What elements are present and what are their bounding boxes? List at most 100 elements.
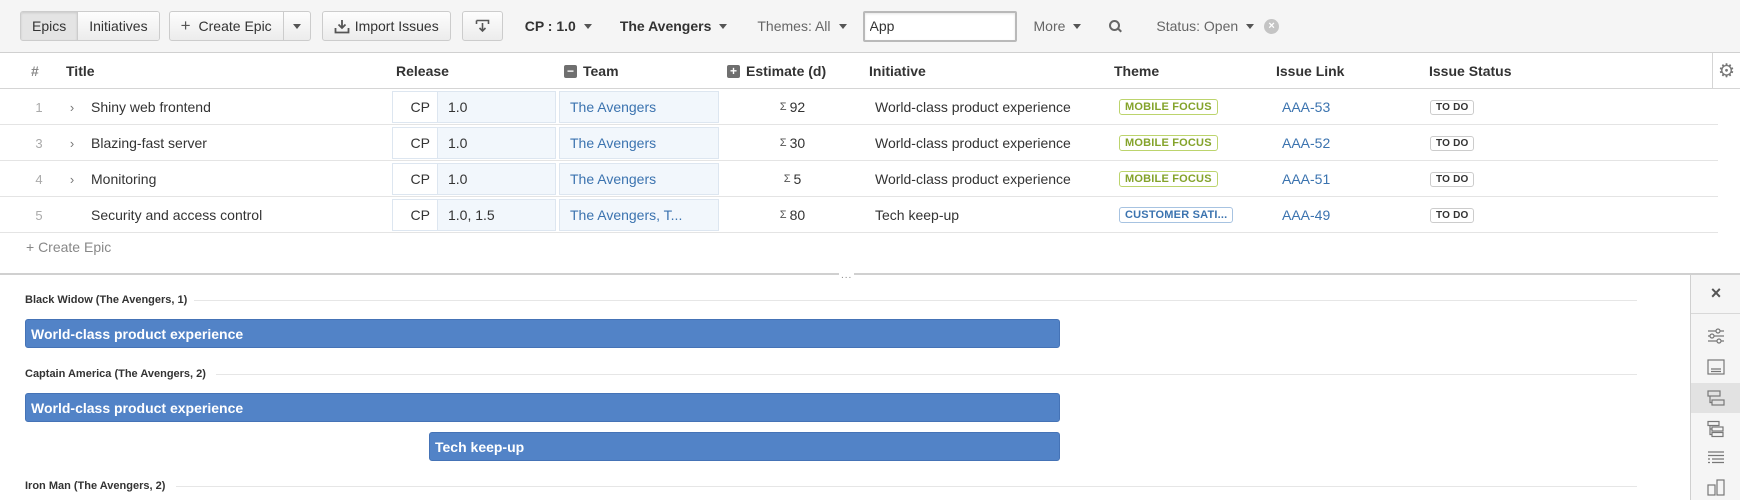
epic-title[interactable]: Blazing-fast server xyxy=(91,125,207,161)
col-team-header[interactable]: − Team xyxy=(564,53,619,89)
release-cell[interactable]: 1.0 xyxy=(437,91,556,123)
theme-cell[interactable]: CUSTOMER SATI... xyxy=(1119,197,1234,233)
sigma-icon: Σ xyxy=(783,173,791,185)
table-row[interactable]: 3 › Blazing-fast server CP 1.0 The Avengers Σ 3… xyxy=(0,125,1718,161)
project-key: CP xyxy=(392,199,438,231)
table-row[interactable]: 5 Security and access control CP 1.0, 1.5 Th… xyxy=(0,197,1718,233)
theme-cell[interactable]: MOBILE FOCUS xyxy=(1119,89,1218,125)
theme-badge: MOBILE FOCUS xyxy=(1119,171,1218,187)
col-release-header[interactable]: Release xyxy=(396,53,449,89)
divider xyxy=(216,374,1637,375)
status-badge: TO DO xyxy=(1430,99,1475,115)
chevron-down-icon xyxy=(838,23,847,29)
more-filter-label: More xyxy=(1033,18,1066,34)
search-input[interactable] xyxy=(862,10,1017,42)
estimate-value: 30 xyxy=(789,135,806,151)
tab-initiatives[interactable]: Initiatives xyxy=(78,12,159,40)
collapse-icon[interactable]: − xyxy=(564,64,577,78)
issue-link[interactable]: AAA-51 xyxy=(1282,161,1330,197)
chevron-right-icon[interactable]: › xyxy=(64,161,80,197)
team-cell[interactable]: The Avengers xyxy=(559,91,719,123)
release-filter-label: CP : 1.0 xyxy=(524,18,576,34)
theme-badge: MOBILE FOCUS xyxy=(1119,135,1218,151)
create-epic-inline-button[interactable]: + Create Epic xyxy=(26,239,111,255)
status-filter-label: Status: Open xyxy=(1156,18,1239,34)
release-cell[interactable]: 1.0 xyxy=(437,127,556,159)
more-filter[interactable]: More xyxy=(1034,18,1082,34)
initiative-cell[interactable]: World-class product experience xyxy=(875,89,1071,125)
col-title-header[interactable]: Title xyxy=(66,53,95,89)
expand-icon[interactable]: + xyxy=(727,64,740,78)
tree-icon[interactable] xyxy=(1691,414,1740,444)
table-header: # Title Release − Team + Estimate (d) In… xyxy=(0,53,1740,89)
epic-title[interactable]: Shiny web frontend xyxy=(91,89,211,125)
project-key: CP xyxy=(392,91,438,123)
initiative-cell[interactable]: World-class product experience xyxy=(875,125,1071,161)
team-filter[interactable]: The Avengers xyxy=(620,18,728,34)
theme-cell[interactable]: MOBILE FOCUS xyxy=(1119,161,1218,197)
side-toolbar: × xyxy=(1690,275,1740,500)
issue-link[interactable]: AAA-53 xyxy=(1282,89,1330,125)
estimate-cell[interactable]: Σ 92 xyxy=(740,89,845,125)
release-filter[interactable]: CP : 1.0 xyxy=(525,18,592,34)
chevron-right-icon[interactable]: › xyxy=(64,125,80,161)
col-estimate-header[interactable]: + Estimate (d) xyxy=(727,53,826,89)
issue-link[interactable]: AAA-49 xyxy=(1282,197,1330,233)
epic-title[interactable]: Security and access control xyxy=(91,197,262,233)
chevron-right-icon[interactable]: › xyxy=(64,89,80,125)
estimate-cell[interactable]: Σ 30 xyxy=(740,125,845,161)
search-icon xyxy=(1108,19,1122,33)
create-epic-dropdown-button[interactable] xyxy=(284,12,310,40)
epic-title[interactable]: Monitoring xyxy=(91,161,156,197)
col-initiative-header[interactable]: Initiative xyxy=(869,53,926,89)
status-badge: TO DO xyxy=(1430,207,1475,223)
estimate-cell[interactable]: Σ 80 xyxy=(740,197,845,233)
clear-filter-icon[interactable]: × xyxy=(1264,18,1280,34)
release-cell[interactable]: 1.0 xyxy=(437,163,556,195)
plus-icon: + xyxy=(180,16,191,35)
col-estimate-label: Estimate (d) xyxy=(746,63,827,79)
settings-button[interactable]: ⚙ xyxy=(1712,53,1740,89)
row-number: 5 xyxy=(35,207,43,223)
status-cell: TO DO xyxy=(1430,89,1475,125)
hierarchy-icon[interactable] xyxy=(1691,383,1740,413)
theme-badge: CUSTOMER SATI... xyxy=(1119,207,1234,223)
col-issue-status-header[interactable]: Issue Status xyxy=(1429,53,1511,89)
schedule-bar[interactable]: World-class product experience xyxy=(25,319,1060,348)
schedule-bar[interactable]: World-class product experience xyxy=(25,393,1060,422)
themes-filter-label: Themes: All xyxy=(757,18,831,34)
initiative-cell[interactable]: World-class product experience xyxy=(875,161,1071,197)
issue-link[interactable]: AAA-52 xyxy=(1282,125,1330,161)
team-cell[interactable]: The Avengers xyxy=(559,163,719,195)
estimate-cell[interactable]: Σ5 xyxy=(740,161,845,197)
status-cell: TO DO xyxy=(1430,197,1475,233)
create-epic-button[interactable]: + Create Epic xyxy=(170,12,284,40)
sigma-icon: Σ xyxy=(779,101,787,113)
themes-filter[interactable]: Themes: All xyxy=(757,18,847,34)
search-button[interactable] xyxy=(1108,19,1122,33)
schedule-bar[interactable]: Tech keep-up xyxy=(429,432,1060,461)
status-filter[interactable]: Status: Open xyxy=(1156,18,1255,34)
team-cell[interactable]: The Avengers xyxy=(559,127,719,159)
close-icon[interactable]: × xyxy=(1691,283,1740,304)
row-number: 1 xyxy=(35,99,43,115)
project-key: CP xyxy=(392,163,438,195)
col-issue-link-header[interactable]: Issue Link xyxy=(1276,53,1344,89)
sliders-icon[interactable] xyxy=(1691,321,1740,351)
card-icon[interactable] xyxy=(1691,352,1740,382)
theme-cell[interactable]: MOBILE FOCUS xyxy=(1119,125,1218,161)
initiative-cell[interactable]: Tech keep-up xyxy=(875,197,959,233)
team-cell[interactable]: The Avengers, T... xyxy=(559,199,719,231)
status-cell: TO DO xyxy=(1430,125,1475,161)
list-icon[interactable] xyxy=(1691,443,1740,473)
tab-epics[interactable]: Epics xyxy=(21,12,79,40)
table-row[interactable]: 4 › Monitoring CP 1.0 The Avengers Σ 5 World-cla… xyxy=(0,161,1718,197)
columns-icon[interactable] xyxy=(1691,472,1740,500)
release-cell[interactable]: 1.0, 1.5 xyxy=(437,199,556,231)
table-row[interactable]: 1 › Shiny web frontend CP 1.0 The Avengers Σ 92… xyxy=(0,89,1718,125)
export-button[interactable] xyxy=(461,11,503,41)
row-number: 3 xyxy=(35,135,43,151)
import-issues-button[interactable]: Import Issues xyxy=(321,11,451,41)
col-theme-header[interactable]: Theme xyxy=(1114,53,1159,89)
estimate-value: 80 xyxy=(789,207,806,223)
